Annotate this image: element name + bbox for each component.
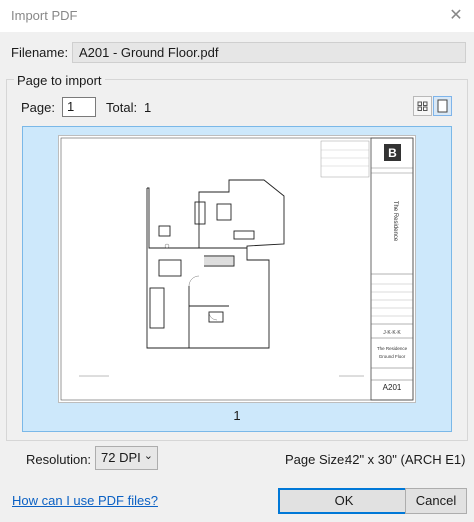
filename-label: Filename: xyxy=(11,45,69,60)
title-block-sheet-number: A201 xyxy=(383,383,402,392)
help-link[interactable]: How can I use PDF files? xyxy=(12,493,158,508)
page-input[interactable]: 1 xyxy=(62,97,96,117)
title-block-sheet-name: Ground Floor xyxy=(379,354,406,359)
filename-field: A201 - Ground Floor.pdf xyxy=(72,42,466,63)
page-thumbnail: B The Residence J·K·K·K The Residence Gr… xyxy=(58,135,416,403)
grid-view-button[interactable] xyxy=(413,96,432,116)
resolution-dropdown[interactable]: 72 DPI ⌄ xyxy=(95,446,158,470)
resolution-value: 72 DPI xyxy=(101,450,141,465)
window-title: Import PDF xyxy=(11,8,78,23)
title-block-project-vertical: The Residence xyxy=(392,201,398,242)
single-page-icon xyxy=(437,99,448,113)
ok-button[interactable]: OK xyxy=(278,488,410,514)
svg-text:B: B xyxy=(388,146,397,160)
page-size-value: 42" x 30" (ARCH E1) xyxy=(345,452,466,467)
page-preview[interactable]: B The Residence J·K·K·K The Residence Gr… xyxy=(22,126,452,432)
resolution-label: Resolution: xyxy=(26,452,92,467)
single-page-view-button[interactable] xyxy=(433,96,452,116)
page-size-label: Page Size: xyxy=(285,452,348,467)
total-label: Total: xyxy=(106,100,138,115)
close-icon[interactable]: ✕ xyxy=(446,6,466,26)
page-label: Page: xyxy=(21,100,55,115)
page-to-import-title: Page to import xyxy=(14,73,105,88)
title-block-firm: J·K·K·K xyxy=(383,330,401,336)
grid-view-icon xyxy=(417,101,428,111)
title-block-project-name: The Residence xyxy=(377,346,408,351)
drawing-sheet: B The Residence J·K·K·K The Residence Gr… xyxy=(60,137,414,401)
total-value: 1 xyxy=(144,100,152,115)
cancel-button[interactable]: Cancel xyxy=(405,488,467,514)
preview-page-number: 1 xyxy=(233,408,241,423)
title-bar: Import PDF ✕ xyxy=(0,0,474,32)
chevron-down-icon: ⌄ xyxy=(143,450,153,462)
